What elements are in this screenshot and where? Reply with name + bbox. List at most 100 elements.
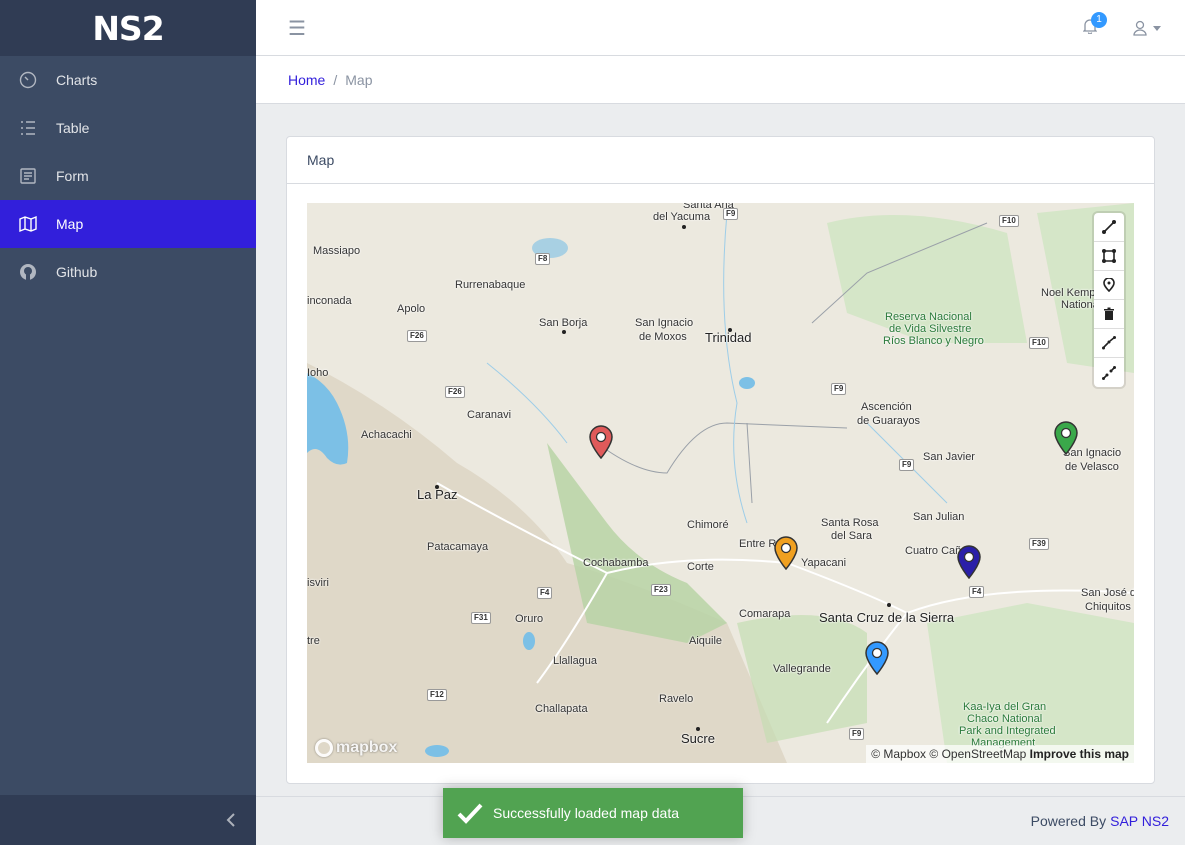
map-road-shield: F26	[445, 386, 465, 398]
map-road-shield: F10	[999, 215, 1019, 227]
draw-combine-button[interactable]	[1094, 329, 1124, 358]
map-place-label: tre	[307, 635, 320, 647]
map-marker-green[interactable]	[1053, 421, 1079, 455]
map-place-label: Entre R	[739, 538, 777, 550]
success-toast[interactable]: Successfully loaded map data	[443, 788, 743, 838]
map-road-shield: F9	[831, 383, 847, 395]
footer-ns2-link[interactable]: SAP NS2	[1110, 813, 1169, 829]
map-city-dot	[562, 330, 566, 334]
mapbox-ring-icon	[315, 739, 333, 757]
map-road-shield: F39	[1029, 538, 1049, 550]
map-icon	[0, 215, 56, 233]
breadcrumb-current: Map	[345, 71, 373, 88]
map-draw-toolbar	[1094, 213, 1124, 387]
user-icon	[1133, 20, 1147, 36]
github-icon	[0, 263, 56, 281]
map-place-label: Chimoré	[687, 519, 729, 531]
map-canvas[interactable]: Santa Ana del Yacuma Massiapo Rurrenabaq…	[307, 203, 1134, 763]
attribution-osm-link[interactable]: © OpenStreetMap	[929, 747, 1026, 761]
point-icon	[1103, 278, 1115, 292]
map-place-label: San José de	[1081, 587, 1134, 599]
map-place-label: isviri	[307, 577, 329, 589]
map-place-label: Rurrenabaque	[455, 279, 526, 291]
map-road-shield: F26	[407, 330, 427, 342]
draw-line-button[interactable]	[1094, 213, 1124, 242]
uncombine-icon	[1102, 365, 1116, 380]
map-place-label: San Ignacio	[635, 317, 694, 329]
user-dropdown[interactable]	[1133, 20, 1161, 36]
brand-logo: NS2	[92, 8, 164, 48]
sidebar-item-github[interactable]: Github	[0, 248, 256, 296]
hamburger-menu-icon[interactable]: ☰	[288, 16, 306, 41]
sidebar-minimize-button[interactable]	[0, 795, 256, 845]
draw-uncombine-button[interactable]	[1094, 358, 1124, 387]
sidebar-item-map[interactable]: Map	[0, 200, 256, 248]
map-card: Map Santa Ana del Yacuma Massiapo Rurren…	[286, 136, 1155, 784]
map-marker-orange[interactable]	[773, 536, 799, 570]
map-place-label: Cochabamba	[583, 557, 649, 569]
map-place-label: Noel Kemp	[1041, 287, 1096, 299]
map-place-label: del Yacuma	[653, 211, 711, 223]
brand[interactable]: NS2	[0, 0, 256, 56]
breadcrumb: Home / Map	[256, 56, 1185, 104]
map-road-shield: F4	[969, 586, 985, 598]
map-city-dot	[435, 485, 439, 489]
line-icon	[1102, 220, 1116, 234]
map-place-label: Santa Rosa	[821, 517, 879, 529]
map-place-label: Patacamaya	[427, 541, 489, 553]
map-marker-red[interactable]	[588, 425, 614, 459]
map-place-label: San Julian	[913, 511, 965, 523]
draw-point-button[interactable]	[1094, 271, 1124, 300]
map-park-label: Park and Integrated	[959, 725, 1056, 737]
map-park-label: Reserva Nacional	[885, 311, 972, 323]
map-road-shield: F9	[849, 728, 865, 740]
footer-powered-by: Powered By	[1030, 813, 1107, 829]
map-city-dot	[682, 225, 686, 229]
map-place-label: Santa Cruz de la Sierra	[819, 610, 955, 625]
breadcrumb-home-link[interactable]: Home	[288, 72, 325, 88]
map-place-label: Cuatro Cañ	[905, 545, 962, 557]
map-place-label: Ioho	[307, 367, 329, 379]
attribution-mapbox-link[interactable]: © Mapbox	[871, 747, 926, 761]
draw-trash-button[interactable]	[1094, 300, 1124, 329]
map-road-shield: F31	[471, 612, 491, 624]
map-marker-blue[interactable]	[864, 641, 890, 675]
map-city-dot	[887, 603, 891, 607]
header: ☰ 1	[256, 0, 1185, 56]
improve-map-link[interactable]: Improve this map	[1030, 747, 1129, 761]
breadcrumb-separator: /	[333, 71, 338, 88]
map-road-shield: F10	[1029, 337, 1049, 349]
map-place-label: Ravelo	[659, 693, 694, 705]
card-title: Map	[287, 137, 1154, 184]
map-place-label: Achacachi	[361, 429, 412, 441]
map-city-dot	[728, 328, 732, 332]
mapbox-logo-text: mapbox	[336, 739, 398, 756]
map-place-label: Oruro	[515, 613, 544, 625]
draw-polygon-button[interactable]	[1094, 242, 1124, 271]
map-road-shield: F8	[535, 253, 551, 265]
speedometer-icon	[0, 71, 56, 89]
map-terrain	[307, 203, 1134, 763]
map-park-label: Kaa-Iya del Gran	[963, 701, 1047, 713]
map-park-label: de Vida Silvestre	[889, 323, 972, 335]
map-place-label: de Velasco	[1065, 461, 1119, 473]
sidebar-item-label: Form	[56, 168, 89, 184]
map-place-label: Sucre	[681, 731, 715, 746]
sidebar-item-charts[interactable]: Charts	[0, 56, 256, 104]
sidebar-item-form[interactable]: Form	[0, 152, 256, 200]
sidebar-item-table[interactable]: Table	[0, 104, 256, 152]
map-place-label: de Moxos	[639, 331, 687, 343]
mapbox-logo[interactable]: mapbox	[315, 739, 397, 757]
map-city-dot	[696, 727, 700, 731]
map-place-label: Apolo	[397, 303, 426, 315]
map-place-label: Corte	[687, 561, 714, 573]
map-place-label: Massiapo	[313, 245, 361, 257]
map-place-label: Aiquile	[689, 635, 723, 647]
notification-badge: 1	[1091, 12, 1107, 28]
map-place-label: Chiquitos	[1085, 601, 1131, 613]
list-icon	[0, 119, 56, 137]
map-place-label: Llallagua	[553, 655, 598, 667]
map-place-label: San Borja	[539, 317, 588, 329]
map-marker-navy[interactable]	[956, 545, 982, 579]
sidebar-item-label: Github	[56, 264, 98, 280]
